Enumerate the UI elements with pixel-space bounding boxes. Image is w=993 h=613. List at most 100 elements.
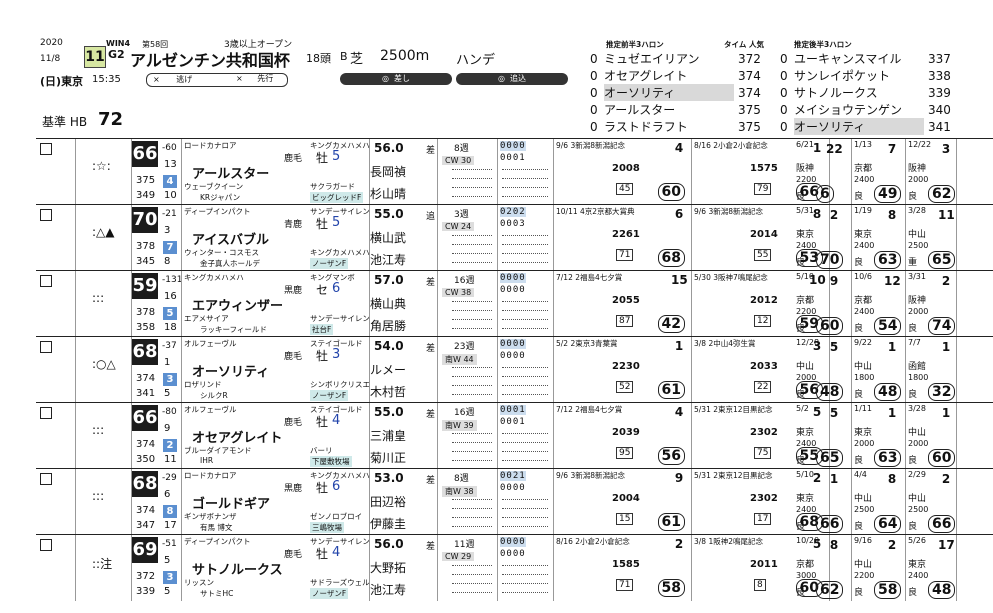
select-checkbox[interactable] [40,473,52,485]
horse-row[interactable]: :☆: 66 -60 13 375 4 349 10 ロードカナロア キングカメハメハ 鹿毛牡 5 アー… [36,138,993,205]
venue: 京都 [854,296,873,306]
training-cell: 11週 CW 29 [438,535,498,601]
finish-position: 5 [829,340,839,354]
venue: 中山 [854,560,873,570]
trainer: 杉山晴 [370,187,407,201]
select-checkbox[interactable] [40,143,52,155]
race-info: 5/31 2東京12目黒記念 [694,471,773,480]
finish-position: 2 [941,472,951,486]
record-course: 0000 [500,285,526,295]
finish-time: 2033 [750,361,778,372]
race-info: 3/8 2中山4弥生賞 [694,339,756,348]
race-score: 58 [874,581,902,599]
ranking-horse-name: メイショウテンゲン [794,103,903,117]
race-info: 3/8 1阪神2鳴尾記念 [694,537,763,546]
race-date: 1/11 [854,404,872,413]
owner: サトミHC [200,589,234,598]
dam: ブルーダイアモンド [184,446,252,455]
race-info: 9/6 3新潟8新潟記念 [556,141,625,150]
workout-course: CW 24 [442,222,475,231]
past-race-5: 7/7 1 函館 1800 良 32 [906,337,957,403]
sex: セ [316,283,329,297]
front-3f-rank: 2 [163,439,177,452]
ranking-time: 374 [738,69,761,83]
speed-index: 69 [132,537,158,563]
weight: 57.0 [374,273,404,287]
prediction-marks: :○△ [92,357,116,371]
record-total: 0000 [500,537,526,547]
sire: ロードカナロア [184,471,237,480]
horse-row[interactable]: :△▲70-21337873458ディープインパクトサンデーサイレンス青鹿牡5ア… [36,204,993,271]
ranking-time: 374 [738,86,761,100]
front-3f-rank: 4 [163,175,177,188]
coat-color: 黒鹿 [284,484,303,494]
select-checkbox[interactable] [40,539,52,551]
front-3f-rank: 7 [163,241,177,254]
record-line [502,328,548,330]
select-checkbox[interactable] [40,341,52,353]
index-diff: -21 [162,209,177,219]
breeder: ノーザンF [310,258,349,269]
index-cell: 68 -37 1 374 3 341 5 [132,337,182,403]
past-race-5: 3/28 1 中山 2000 良 60 [906,403,957,469]
ranking-time: 338 [928,69,951,83]
style-legend-sashi: ◎ 差し [340,73,452,85]
record-line [502,301,548,303]
horse-row[interactable]: ::: 59 -131 16 378 5 358 18 キングカメハメハ キングマンボ 黒鹿セ 6 エア… [36,270,993,337]
venue: 中山 [854,362,873,372]
horse-row[interactable]: ::: 68 -29 6 374 8 347 17 ロードカナロア キングカメハメハ 黒鹿牡 6 ゴール… [36,468,993,535]
training-line [452,517,492,519]
select-checkbox[interactable] [40,275,52,287]
distance: 2000 [908,439,929,448]
venue: 中山 [908,230,927,240]
venue: 函館 [908,362,927,372]
finish-position: 1 [941,340,951,354]
select-checkbox[interactable] [40,209,52,221]
track-condition: 良 [796,588,806,598]
record-cell: 0202 0003 [498,205,554,271]
track-condition: 良 [908,588,918,598]
finish-position: 4 [674,141,684,155]
training-cell: 3週 CW 24 [438,205,498,271]
past-race-1: 7/12 2福島4七夕賞 15 2055 87 42 [554,271,692,337]
horse-info-cell: ディープインパクトサンデーサイレンス鹿毛牡4サトノルークスリッスンサドラーズウェ… [182,535,370,601]
back-3f-rank: 11 [164,454,177,465]
dam-sire: ゼンノロブロイ [310,512,363,521]
ranking-rank: 0 [590,120,598,134]
horse-row[interactable]: ::注69-51537233395ディープインパクトサンデーサイレンス鹿毛牡4サ… [36,534,993,601]
index-rank: 6 [164,489,171,500]
distance: 2200 [796,307,817,316]
position-box: 52 [616,381,634,393]
prediction-marks: :△▲ [92,225,115,239]
owner: 金子真人ホールデ [200,259,260,268]
weight: 56.0 [374,537,404,551]
horse-row[interactable]: :○△ 68 -37 1 374 3 341 5 オルフェーヴル ステイゴールド 鹿毛牡 3 オーソリテ… [36,336,993,403]
race-date: 1/13 [854,140,872,149]
dam-sire: サクラガード [310,182,355,191]
horse-row[interactable]: ::: 66 -80 9 374 2 350 11 オルフェーヴル ステイゴールド 鹿毛牡 4 オセアグ… [36,402,993,469]
front-3f: 374 [136,439,156,450]
distance: 2400 [796,241,817,250]
ranking-row: 0 オセアグレイト 374 [590,67,790,84]
select-cell [36,469,76,535]
index-rank: 16 [164,291,177,302]
index-cell: 69 -51 5 372 3 339 5 [132,535,182,601]
sex: 牡 [316,415,329,429]
race-score: 62 [928,185,956,203]
record-line [502,526,548,528]
record-line [502,460,548,462]
past-race-3: 5/31 2 東京 2400 良 70 [794,205,852,271]
finish-position: 3 [941,142,951,156]
record-course: 0003 [500,219,526,229]
race-info: 5/2 2東京3青葉賞 [556,339,618,348]
track-condition: 重 [908,258,918,268]
training-line [452,235,492,237]
record-line [502,319,548,321]
finish-position: 1 [941,406,951,420]
select-checkbox[interactable] [40,407,52,419]
track-condition: 良 [854,258,864,268]
interval: 23週 [454,342,475,352]
ranking-row: 0 ラストドラフト 375 [590,118,790,135]
race-date: 9/16 [854,536,872,545]
distance: 1800 [854,373,875,382]
